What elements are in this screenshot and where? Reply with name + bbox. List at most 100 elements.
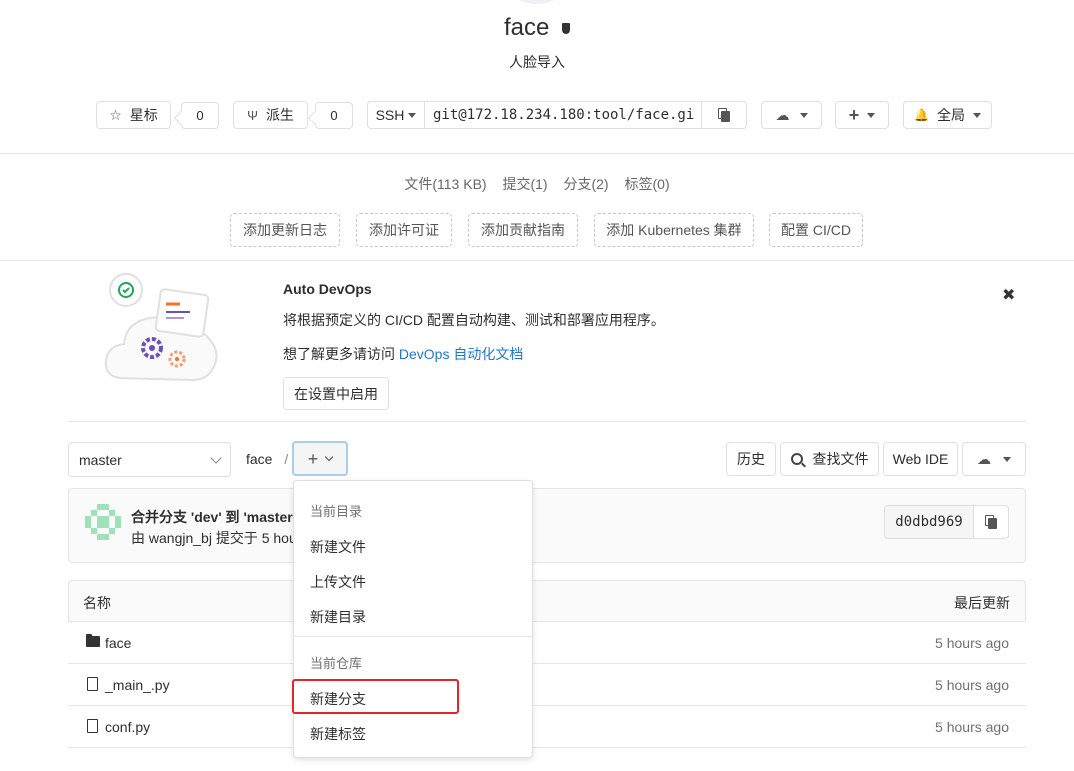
commit-author-line: 由 wangjn_bj 提交于 5 hou [131, 530, 293, 546]
copy-icon [985, 515, 997, 529]
project-title: face [0, 14, 1074, 42]
clone-url-text: git@172.18.234.180:tool/face.gi [433, 107, 695, 123]
star-icon: ☆ [109, 106, 122, 123]
enable-devops-button[interactable]: 在设置中启用 [283, 377, 389, 410]
commit-sha-text: d0dbd969 [895, 514, 963, 530]
menu-section-current-directory: 当前目录 [310, 504, 363, 519]
copy-icon [718, 108, 730, 122]
chevron-down-icon [1003, 456, 1011, 462]
chevron-down-icon [210, 451, 222, 464]
breadcrumb-separator: / [284, 451, 289, 467]
menu-item-upload-file[interactable]: 上传文件 [310, 572, 366, 592]
add-changelog-button[interactable]: 添加更新日志 [230, 213, 340, 247]
clone-url-input[interactable]: git@172.18.234.180:tool/face.gi [424, 101, 702, 129]
author-avatar [85, 504, 121, 540]
highlight-box [292, 679, 459, 714]
divider [68, 421, 1026, 422]
configure-cicd-button[interactable]: 配置 CI/CD [769, 213, 863, 247]
notification-label: 全局 [936, 107, 965, 123]
plus-icon: + [848, 105, 860, 125]
download-button[interactable]: ☁ [761, 101, 822, 129]
find-file-label: 查找文件 [812, 451, 869, 467]
column-name-header: 名称 [83, 595, 111, 611]
project-name: face [503, 14, 550, 41]
devops-docs-link[interactable]: DevOps 自动化文档 [399, 346, 523, 362]
chevron-down-icon [867, 112, 876, 118]
fork-count[interactable]: 0 [315, 102, 353, 129]
chevron-down-icon [972, 112, 981, 118]
file-table-header [68, 580, 1026, 622]
column-updated-header: 最后更新 [954, 595, 1010, 611]
branch-name: master [79, 451, 122, 468]
chevron-down-icon [799, 112, 808, 118]
breadcrumb: face / [246, 451, 288, 467]
folder-icon [86, 636, 100, 647]
close-icon[interactable]: ✖ [1002, 285, 1015, 305]
menu-item-new-tag[interactable]: 新建标签 [310, 724, 366, 744]
plus-icon: + [307, 448, 319, 469]
history-button[interactable]: 历史 [726, 442, 776, 476]
table-row[interactable] [68, 706, 1026, 747]
lock-icon [562, 23, 571, 35]
commits-link[interactable]: 提交(1) [502, 176, 547, 192]
search-icon [790, 453, 806, 468]
add-kubernetes-button[interactable]: 添加 Kubernetes 集群 [594, 213, 754, 247]
cloud-download-icon: ☁ [977, 450, 991, 467]
file-updated: 5 hours ago [935, 635, 1009, 651]
add-to-tree-button[interactable]: + [292, 441, 348, 476]
new-item-button[interactable]: + [835, 101, 889, 129]
star-count-value: 0 [196, 108, 204, 123]
file-name[interactable]: conf.py [105, 719, 150, 735]
devops-illustration [104, 273, 218, 382]
notification-button[interactable]: 🔔 全局 [903, 101, 992, 129]
add-license-button[interactable]: 添加许可证 [356, 213, 452, 247]
web-ide-button[interactable]: Web IDE [883, 442, 958, 476]
file-updated: 5 hours ago [935, 677, 1009, 693]
divider [0, 153, 1074, 154]
fork-count-value: 0 [330, 108, 338, 123]
menu-divider [294, 636, 532, 637]
breadcrumb-root[interactable]: face [246, 451, 272, 467]
branches-link[interactable]: 分支(2) [563, 176, 608, 192]
copy-sha-button[interactable] [973, 505, 1009, 539]
protocol-select[interactable]: SSH [367, 101, 425, 129]
fork-label: 派生 [265, 107, 294, 123]
chevron-down-icon [408, 112, 417, 118]
devops-title: Auto DevOps [283, 281, 372, 297]
commit-sha[interactable]: d0dbd969 [884, 505, 974, 539]
fork-button[interactable]: Ψ 派生 [233, 101, 308, 129]
divider [0, 260, 1074, 261]
cloud-download-icon: ☁ [775, 106, 790, 123]
file-updated: 5 hours ago [935, 719, 1009, 735]
files-link[interactable]: 文件(113 KB) [404, 176, 486, 192]
table-row[interactable] [68, 622, 1026, 663]
star-count[interactable]: 0 [181, 102, 219, 129]
row-divider [68, 747, 1026, 748]
table-row[interactable] [68, 664, 1026, 705]
project-description: 人脸导入 [509, 54, 565, 70]
menu-item-new-directory[interactable]: 新建目录 [310, 607, 366, 627]
file-icon [87, 719, 98, 733]
add-contributing-button[interactable]: 添加贡献指南 [468, 213, 578, 247]
bell-icon: 🔔 [914, 108, 929, 122]
file-name[interactable]: face [105, 635, 131, 651]
protocol-label: SSH [375, 107, 405, 123]
learn-more-prefix: 想了解更多请访问 [283, 346, 399, 362]
file-name[interactable]: _main_.py [105, 677, 170, 693]
folder-icon-tab [86, 634, 92, 637]
branch-select[interactable]: master [68, 442, 231, 477]
star-button[interactable]: ☆ 星标 [96, 101, 171, 129]
devops-learn-more: 想了解更多请访问 DevOps 自动化文档 [283, 344, 523, 364]
project-avatar [507, 0, 567, 4]
devops-description: 将根据预定义的 CI/CD 配置自动构建、测试和部署应用程序。 [283, 312, 665, 328]
download-archive-button[interactable]: ☁ [962, 442, 1026, 476]
copy-url-button[interactable] [701, 101, 747, 129]
chevron-down-icon [325, 452, 334, 462]
menu-section-current-repo: 当前仓库 [310, 656, 363, 671]
tags-link[interactable]: 标签(0) [625, 176, 670, 192]
find-file-button[interactable]: 查找文件 [780, 442, 879, 476]
menu-item-new-file[interactable]: 新建文件 [310, 537, 366, 557]
commit-message[interactable]: 合并分支 'dev' 到 'master' [131, 507, 296, 527]
star-label: 星标 [129, 107, 158, 123]
file-icon [87, 677, 98, 691]
